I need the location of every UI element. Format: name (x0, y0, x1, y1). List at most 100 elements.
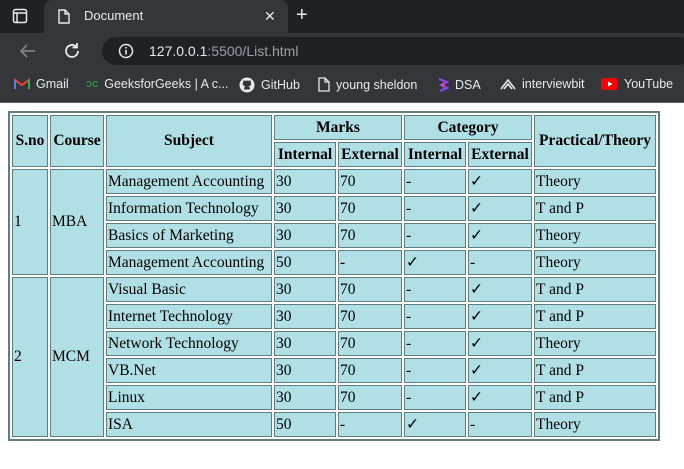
cell-external: 70 (338, 223, 402, 248)
close-icon[interactable]: ✕ (264, 8, 276, 25)
header-subject: Subject (106, 115, 272, 167)
youtube-icon (601, 78, 618, 90)
cell-sno: 1 (12, 169, 48, 275)
bookmark-label: YouTube (624, 77, 674, 91)
cell-subject: Basics of Marketing (106, 223, 272, 248)
header-category: Category (404, 115, 532, 140)
cell-type: T and P (534, 385, 656, 410)
table-row: ISA 50 - ✓ - Theory (12, 412, 656, 437)
back-arrow-icon[interactable] (18, 41, 38, 61)
window-menu-icon[interactable] (12, 8, 28, 24)
cell-category-internal: - (404, 223, 466, 248)
cell-type: Theory (534, 331, 656, 356)
cell-type: T and P (534, 277, 656, 302)
cell-type: Theory (534, 250, 656, 275)
cell-internal: 30 (274, 358, 336, 383)
cell-internal: 30 (274, 385, 336, 410)
table-row: 1 MBA Management Accounting 30 70 - ✓ Th… (12, 169, 656, 275)
header-sno: S.no (12, 115, 48, 167)
dsa-icon (438, 77, 449, 93)
header-category-external: External (468, 142, 532, 167)
cell-external: 70 (338, 358, 402, 383)
cell-type: Theory (534, 223, 656, 248)
tab-bar: Document ✕ + (0, 0, 684, 33)
cell-subject: VB.Net (106, 358, 272, 383)
cell-sno: 2 (12, 277, 48, 437)
table-row: Network Technology 30 70 - ✓ Theory (12, 331, 656, 356)
bookmark-label: Gmail (36, 77, 69, 91)
table-row: Basics of Marketing 30 70 - ✓ Theory (12, 223, 656, 248)
cell-category-external: ✓ (468, 223, 532, 248)
github-icon (239, 77, 255, 93)
cell-category-internal: - (404, 358, 466, 383)
info-icon[interactable] (118, 43, 134, 59)
cell-category-internal: - (404, 385, 466, 410)
header-course: Course (50, 115, 104, 167)
bookmark-label: interviewbit (522, 77, 585, 91)
cell-course: MCM (50, 277, 104, 437)
cell-type: T and P (534, 304, 656, 329)
header-row: S.no Course Subject Marks Category Pract… (12, 115, 656, 167)
toolbar: 127.0.0.1:5500/List.html (0, 33, 684, 69)
cell-external: 70 (338, 277, 402, 302)
address-bar[interactable]: 127.0.0.1:5500/List.html (102, 37, 684, 65)
table-row: VB.Net 30 70 - ✓ T and P (12, 358, 656, 383)
cell-subject: ISA (106, 412, 272, 437)
header-marks-internal: Internal (274, 142, 336, 167)
page-content: S.no Course Subject Marks Category Pract… (0, 103, 684, 469)
tab-title: Document (84, 8, 144, 23)
bookmark-label: GitHub (261, 78, 300, 92)
header-marks: Marks (274, 115, 402, 140)
cell-category-internal: ✓ (404, 250, 466, 275)
cell-course: MBA (50, 169, 104, 275)
cell-internal: 30 (274, 277, 336, 302)
cell-type: T and P (534, 358, 656, 383)
header-marks-external: External (338, 142, 402, 167)
table-row: Management Accounting 50 - ✓ - Theory (12, 250, 656, 275)
url-host: 127.0.0.1 (149, 43, 208, 59)
cell-internal: 30 (274, 304, 336, 329)
new-tab-icon[interactable]: + (296, 5, 308, 25)
cell-internal: 50 (274, 250, 336, 275)
cell-subject: Information Technology (106, 196, 272, 221)
interviewbit-icon (500, 78, 516, 90)
header-practical-theory: Practical/Theory (534, 115, 656, 167)
cell-category-external: - (468, 250, 532, 275)
bookmark-young-sheldon[interactable]: young sheldon (318, 77, 417, 92)
cell-category-internal: - (404, 277, 466, 302)
cell-external: 70 (338, 331, 402, 356)
bookmark-dsa[interactable]: DSA (437, 77, 481, 93)
table-row: Internet Technology 30 70 - ✓ T and P (12, 304, 656, 329)
table-row: 2 MCM Visual Basic 30 70 - ✓ T and P (12, 277, 656, 437)
cell-internal: 30 (274, 223, 336, 248)
bookmark-geeksforgeeks[interactable]: ↄc GeeksforGeeks | A c... (86, 77, 228, 91)
url-text[interactable]: 127.0.0.1:5500/List.html (149, 43, 298, 59)
bookmark-github[interactable]: GitHub (239, 77, 300, 93)
cell-external: 70 (338, 169, 402, 194)
url-path: :5500/List.html (207, 43, 299, 59)
cell-category-internal: - (404, 304, 466, 329)
bookmark-youtube[interactable]: YouTube (601, 77, 673, 91)
cell-category-internal: - (404, 169, 466, 194)
cell-subject: Visual Basic (106, 277, 272, 302)
cell-category-external: ✓ (468, 358, 532, 383)
reload-icon[interactable] (62, 41, 82, 61)
cell-category-internal: - (404, 331, 466, 356)
cell-external: 70 (338, 196, 402, 221)
cell-subject: Management Accounting (106, 169, 272, 194)
cell-type: Theory (534, 412, 656, 437)
cell-category-internal: ✓ (404, 412, 466, 437)
cell-category-external: ✓ (468, 331, 532, 356)
tab-document[interactable]: Document ✕ (44, 0, 288, 33)
bookmark-interviewbit[interactable]: interviewbit (500, 77, 585, 91)
bookmark-gmail[interactable]: Gmail (14, 77, 69, 91)
cell-subject: Network Technology (106, 331, 272, 356)
bookmark-label: GeeksforGeeks | A c... (104, 77, 229, 91)
cell-category-external: ✓ (468, 385, 532, 410)
cell-subject: Management Accounting (106, 250, 272, 275)
cell-external: - (338, 250, 402, 275)
cell-category-external: ✓ (468, 277, 532, 302)
geeksforgeeks-icon: ↄc (86, 78, 99, 90)
table-row: Linux 30 70 - ✓ T and P (12, 385, 656, 410)
cell-internal: 30 (274, 196, 336, 221)
